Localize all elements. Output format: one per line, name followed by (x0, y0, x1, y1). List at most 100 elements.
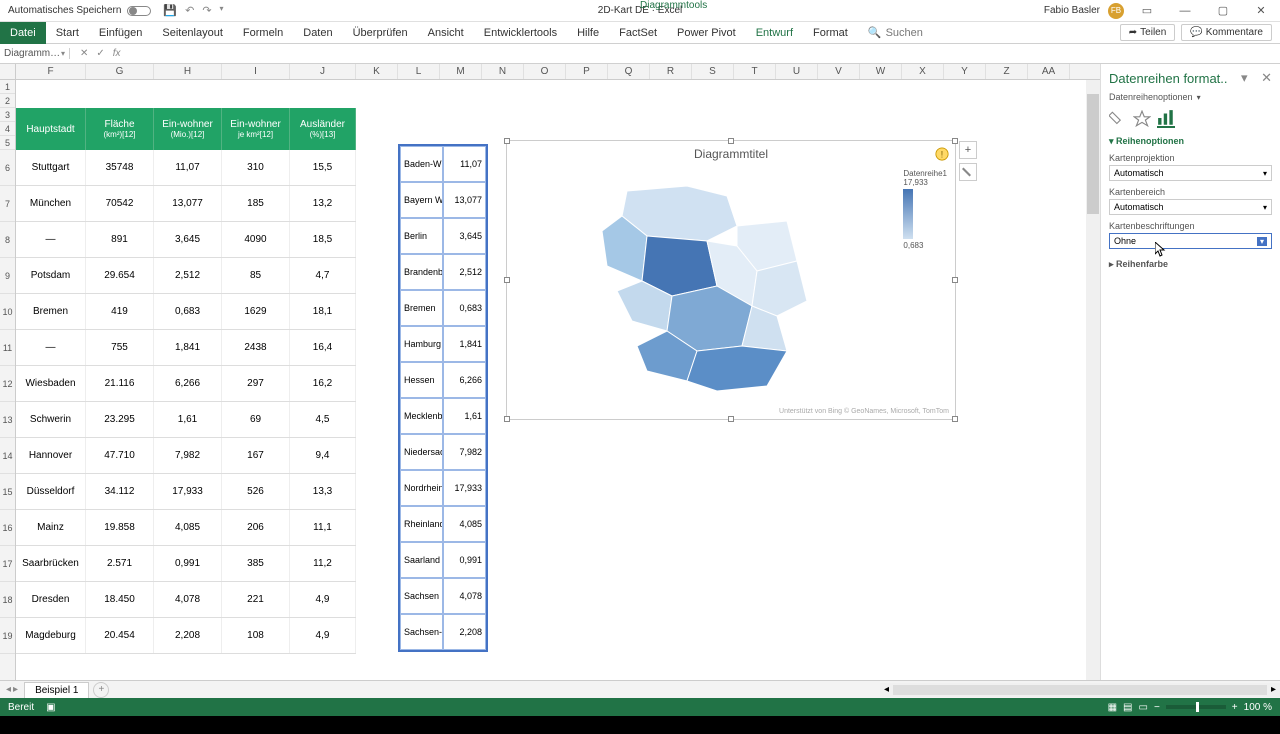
table-cell[interactable]: Rheinland (400, 506, 443, 542)
row-header[interactable]: 10 (0, 294, 15, 330)
projection-select[interactable]: Automatisch▾ (1109, 165, 1272, 181)
table-cell[interactable]: 4,5 (290, 402, 356, 437)
table-cell[interactable]: 7,982 (443, 434, 486, 470)
table-cell[interactable]: 11,07 (154, 150, 222, 185)
table-cell[interactable]: 1,61 (154, 402, 222, 437)
tab-entwurf[interactable]: Entwurf (746, 22, 803, 44)
row-header[interactable]: 12 (0, 366, 15, 402)
table-cell[interactable]: 4,085 (154, 510, 222, 545)
row-header[interactable]: 19 (0, 618, 15, 654)
table-cell[interactable]: 385 (222, 546, 290, 581)
save-icon[interactable]: 💾 (163, 4, 177, 17)
table-cell[interactable]: 17,933 (154, 474, 222, 509)
map-plot-area[interactable] (587, 171, 837, 401)
maximize-icon[interactable]: ▢ (1208, 1, 1238, 21)
macro-record-icon[interactable]: ▣ (46, 702, 55, 713)
table-cell[interactable]: 206 (222, 510, 290, 545)
table-cell[interactable]: 23.295 (86, 402, 154, 437)
view-pagelayout-icon[interactable]: ▤ (1123, 702, 1132, 713)
table-cell[interactable]: 34.112 (86, 474, 154, 509)
table-cell[interactable]: 526 (222, 474, 290, 509)
cancel-fx-icon[interactable]: ✕ (80, 48, 88, 59)
table-cell[interactable]: Saarland (400, 542, 443, 578)
table-cell[interactable]: Mecklenb (400, 398, 443, 434)
table-cell[interactable]: 17,933 (443, 470, 486, 506)
close-icon[interactable]: ✕ (1246, 1, 1276, 21)
tab-start[interactable]: Start (46, 22, 89, 44)
row-header[interactable]: 15 (0, 474, 15, 510)
table-cell[interactable]: 29.654 (86, 258, 154, 293)
table-cell[interactable]: Stuttgart (16, 150, 86, 185)
table-cell[interactable]: Hamburg (400, 326, 443, 362)
table-cell[interactable]: Hessen (400, 362, 443, 398)
tell-me-search[interactable]: 🔍 Suchen (868, 26, 923, 39)
table-cell[interactable]: 47.710 (86, 438, 154, 473)
tab-hilfe[interactable]: Hilfe (567, 22, 609, 44)
table-row[interactable]: Stuttgart3574811,0731015,5 (16, 150, 356, 186)
table-cell[interactable]: 1,61 (443, 398, 486, 434)
table-cell[interactable]: Saarbrücken (16, 546, 86, 581)
table-cell[interactable]: Berlin (400, 218, 443, 254)
chart-styles-button[interactable] (959, 163, 977, 181)
row-header[interactable]: 18 (0, 582, 15, 618)
table-cell[interactable]: 108 (222, 618, 290, 653)
table-cell[interactable]: 4090 (222, 222, 290, 257)
name-box[interactable]: Diagramm…▾ (0, 48, 70, 59)
redo-icon[interactable]: ↷ (202, 4, 211, 17)
sheet-tab-active[interactable]: Beispiel 1 (24, 682, 89, 698)
table-row[interactable]: Brandenb2,512 (400, 254, 486, 290)
table-row[interactable]: Bayern W13,077 (400, 182, 486, 218)
table-cell[interactable]: 6,266 (443, 362, 486, 398)
table-row[interactable]: —7551,841243816,4 (16, 330, 356, 366)
table-cell[interactable]: 11,07 (443, 146, 486, 182)
table-cell[interactable]: 1,841 (154, 330, 222, 365)
table-cell[interactable]: Bremen (16, 294, 86, 329)
table-row[interactable]: Sachsen4,078 (400, 578, 486, 614)
table-cell[interactable]: Nordrhein (400, 470, 443, 506)
map-chart[interactable]: Diagrammtitel ! Datenreihe1 17,933 0,683 (506, 140, 956, 420)
tab-ansicht[interactable]: Ansicht (418, 22, 474, 44)
col-header[interactable]: O (524, 64, 566, 79)
table-cell[interactable]: Schwerin (16, 402, 86, 437)
table-row[interactable]: —8913,645409018,5 (16, 222, 356, 258)
col-header[interactable]: AA (1028, 64, 1070, 79)
horizontal-scrollbar[interactable]: ◂▸ (880, 683, 1280, 697)
table-cell[interactable]: 167 (222, 438, 290, 473)
tab-daten[interactable]: Daten (293, 22, 342, 44)
table-cell[interactable]: 7,982 (154, 438, 222, 473)
table-cell[interactable]: Sachsen-A (400, 614, 443, 650)
table-cell[interactable]: 891 (86, 222, 154, 257)
chart-title[interactable]: Diagrammtitel (507, 147, 955, 161)
table-cell[interactable]: Bremen (400, 290, 443, 326)
table-row[interactable]: Niedersac7,982 (400, 434, 486, 470)
add-sheet-button[interactable]: + (93, 682, 109, 698)
col-header[interactable]: S (692, 64, 734, 79)
row-header[interactable]: 1 (0, 80, 15, 94)
table-row[interactable]: Düsseldorf34.11217,93352613,3 (16, 474, 356, 510)
share-button[interactable]: ➦Teilen (1120, 24, 1176, 41)
col-header[interactable]: Z (986, 64, 1028, 79)
vertical-scrollbar[interactable] (1086, 80, 1100, 680)
row-header[interactable]: 9 (0, 258, 15, 294)
row-header[interactable]: 4 (0, 122, 15, 136)
col-header[interactable]: U (776, 64, 818, 79)
col-header[interactable]: X (902, 64, 944, 79)
table-cell[interactable]: 0,991 (443, 542, 486, 578)
series-options-section[interactable]: ▾ Reihenoptionen (1109, 136, 1272, 147)
table-cell[interactable]: Baden-Wü (400, 146, 443, 182)
worksheet-grid[interactable]: F G H I J K L M N O P Q R S T U V W X Y … (0, 64, 1100, 680)
table-cell[interactable]: 4,078 (154, 582, 222, 617)
table-row[interactable]: Bremen4190,683162918,1 (16, 294, 356, 330)
col-header[interactable]: V (818, 64, 860, 79)
table-cell[interactable]: 18,1 (290, 294, 356, 329)
col-header[interactable]: W (860, 64, 902, 79)
table-cell[interactable]: 0,683 (154, 294, 222, 329)
map-labels-select[interactable]: Ohne▾ (1109, 233, 1272, 249)
table-row[interactable]: Wiesbaden21.1166,26629716,2 (16, 366, 356, 402)
table-cell[interactable]: 18.450 (86, 582, 154, 617)
table-cell[interactable]: Potsdam (16, 258, 86, 293)
table-cell[interactable]: 70542 (86, 186, 154, 221)
sheet-nav-next-icon[interactable]: ▸ (13, 684, 18, 695)
col-header[interactable]: L (398, 64, 440, 79)
table-cell[interactable]: 35748 (86, 150, 154, 185)
